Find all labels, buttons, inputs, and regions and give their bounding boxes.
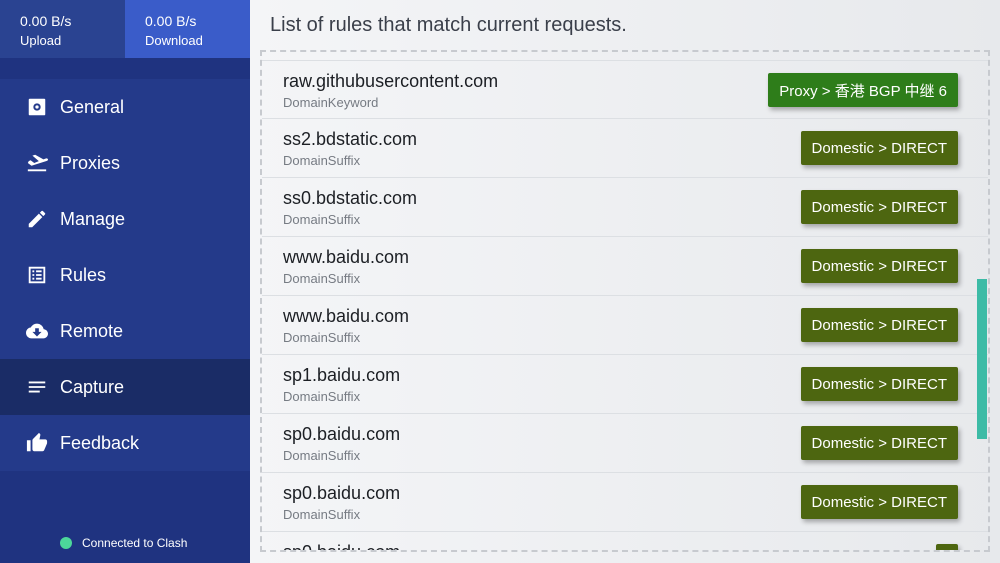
upload-stat: 0.00 B/s Upload xyxy=(0,0,125,58)
scrollbar-thumb[interactable] xyxy=(977,279,987,439)
main-content: List of rules that match current request… xyxy=(250,0,1000,563)
list-item: ss0.bdstatic.com DomainSuffix Domestic >… xyxy=(262,178,988,237)
list-item: sp0.baidu.com xyxy=(262,532,988,552)
lines-icon xyxy=(25,375,49,399)
list-icon xyxy=(25,263,49,287)
sidebar-item-label: Capture xyxy=(60,376,125,397)
sidebar-item-remote[interactable]: Remote xyxy=(0,303,250,359)
list-item: ss2.bdstatic.com DomainSuffix Domestic >… xyxy=(262,119,988,178)
rules-list[interactable]: raw.githubusercontent.com DomainKeyword … xyxy=(260,50,990,552)
download-rate: 0.00 B/s xyxy=(145,13,197,29)
rule-target-tag[interactable]: Domestic > DIRECT xyxy=(800,367,958,401)
download-label: Download xyxy=(145,33,203,48)
rule-target-tag[interactable] xyxy=(936,544,958,550)
cloud-download-icon xyxy=(25,319,49,343)
sidebar-item-label: Proxies xyxy=(60,152,121,173)
sidebar-item-label: General xyxy=(60,96,125,117)
gear-icon xyxy=(25,95,49,119)
rule-target-tag[interactable]: Domestic > DIRECT xyxy=(800,308,958,342)
sidebar-item-label: Feedback xyxy=(60,432,140,453)
rule-target-tag[interactable]: Domestic > DIRECT xyxy=(800,249,958,283)
upload-label: Upload xyxy=(20,33,62,48)
thumbs-up-icon xyxy=(25,431,49,455)
rule-target-tag[interactable]: Domestic > DIRECT xyxy=(800,426,958,460)
list-item: www.baidu.com DomainSuffix Domestic > DI… xyxy=(262,296,988,355)
rule-host: sp0.baidu.com xyxy=(283,542,401,552)
sidebar-item-proxies[interactable]: Proxies xyxy=(0,135,250,191)
rule-target-tag[interactable]: Domestic > DIRECT xyxy=(800,190,958,224)
status-text: Connected to Clash xyxy=(82,536,188,550)
sidebar: 0.00 B/s Upload 0.00 B/s Download Genera… xyxy=(0,0,250,563)
list-item: sp0.baidu.com DomainSuffix Domestic > DI… xyxy=(262,414,988,473)
list-item: raw.githubusercontent.com DomainKeyword … xyxy=(262,60,988,119)
page-title: List of rules that match current request… xyxy=(270,14,627,36)
sidebar-item-rules[interactable]: Rules xyxy=(0,247,250,303)
list-item: www.baidu.com DomainSuffix Domestic > DI… xyxy=(262,237,988,296)
status-dot-icon xyxy=(60,537,72,549)
list-item: sp1.baidu.com DomainSuffix Domestic > DI… xyxy=(262,355,988,414)
sidebar-menu: General Proxies Manage Rules Remote Capt… xyxy=(0,79,250,471)
sidebar-item-label: Rules xyxy=(60,264,107,285)
rule-target-tag[interactable]: Domestic > DIRECT xyxy=(800,131,958,165)
download-stat: 0.00 B/s Download xyxy=(125,0,250,58)
plane-icon xyxy=(25,151,49,175)
rule-target-tag[interactable]: Domestic > DIRECT xyxy=(800,485,958,519)
list-item: sp0.baidu.com DomainSuffix Domestic > DI… xyxy=(262,473,988,532)
pencil-icon xyxy=(25,207,49,231)
connection-status: Connected to Clash xyxy=(60,536,187,550)
sidebar-item-capture[interactable]: Capture xyxy=(0,359,250,415)
upload-rate: 0.00 B/s xyxy=(20,13,72,29)
rule-target-tag[interactable]: Proxy > 香港 BGP 中继 6 xyxy=(768,73,958,107)
sidebar-item-label: Manage xyxy=(60,208,126,229)
sidebar-item-manage[interactable]: Manage xyxy=(0,191,250,247)
traffic-panel: 0.00 B/s Upload 0.00 B/s Download xyxy=(0,0,250,58)
sidebar-item-feedback[interactable]: Feedback xyxy=(0,415,250,471)
sidebar-item-label: Remote xyxy=(60,320,124,341)
sidebar-item-general[interactable]: General xyxy=(0,79,250,135)
